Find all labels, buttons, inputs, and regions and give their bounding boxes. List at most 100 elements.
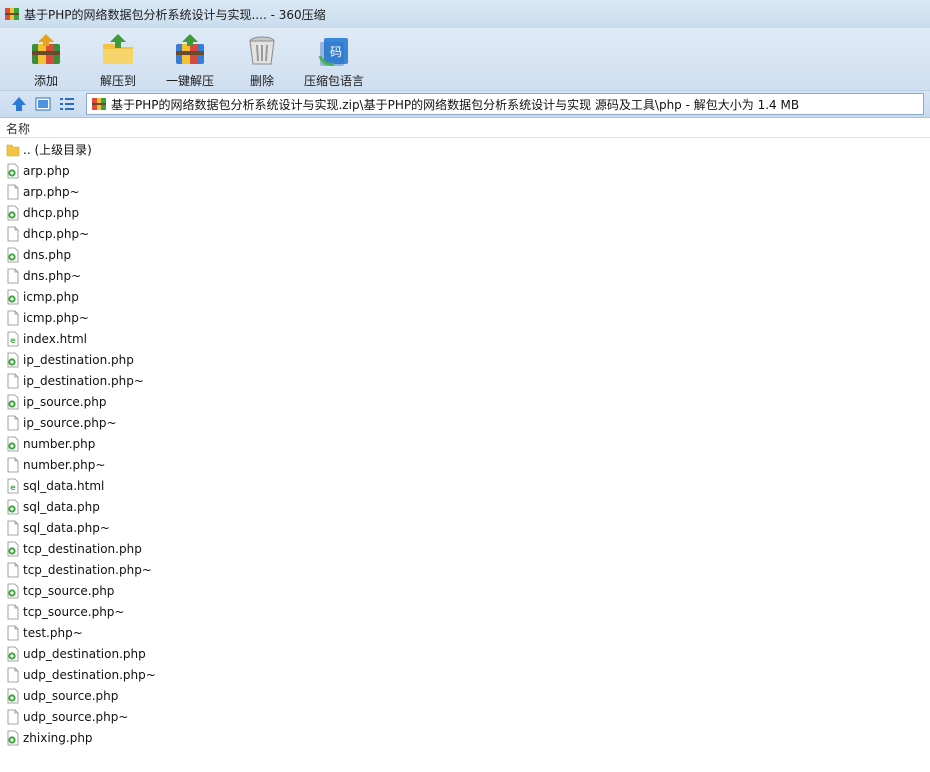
file-name: udp_destination.php xyxy=(23,646,146,661)
svg-text:e: e xyxy=(10,483,16,492)
svg-text:e: e xyxy=(10,336,16,345)
archive-icon xyxy=(92,98,106,110)
path-field[interactable]: 基于PHP的网络数据包分析系统设计与实现.zip\基于PHP的网络数据包分析系统… xyxy=(86,93,924,115)
file-row[interactable]: udp_destination.php xyxy=(0,643,930,664)
parent-folder-row[interactable]: .. (上级目录) xyxy=(0,139,930,160)
html-file-icon: e xyxy=(7,331,19,346)
delete-label: 删除 xyxy=(249,74,274,88)
file-row[interactable]: ip_destination.php~ xyxy=(0,370,930,391)
file-name: tcp_destination.php~ xyxy=(23,562,152,577)
file-row[interactable]: sql_data.php xyxy=(0,496,930,517)
file-name: ip_source.php~ xyxy=(23,415,117,430)
up-arrow-icon xyxy=(12,97,26,111)
list-view-button[interactable] xyxy=(56,94,78,114)
file-icon xyxy=(7,667,19,682)
file-row[interactable]: number.php~ xyxy=(0,454,930,475)
window-title: 基于PHP的网络数据包分析系统设计与实现.... - 360压缩 xyxy=(24,7,326,22)
title-bar: 基于PHP的网络数据包分析系统设计与实现.... - 360压缩 xyxy=(0,0,930,28)
file-name: number.php xyxy=(23,436,96,451)
file-row[interactable]: tcp_source.php xyxy=(0,580,930,601)
html-file-icon: e xyxy=(7,478,19,493)
file-name: tcp_destination.php xyxy=(23,541,142,556)
file-row[interactable]: sql_data.php~ xyxy=(0,517,930,538)
php-file-icon xyxy=(7,247,19,262)
file-row[interactable]: tcp_destination.php xyxy=(0,538,930,559)
file-name: udp_source.php xyxy=(23,688,119,703)
add-button[interactable]: 添加 xyxy=(10,28,82,90)
file-list: .. (上级目录) arp.php arp.php~ dhcp.php dhcp.php… xyxy=(0,139,930,748)
one-click-extract-label: 一键解压 xyxy=(165,74,214,88)
file-name: tcp_source.php xyxy=(23,583,115,598)
file-row[interactable]: arp.php~ xyxy=(0,181,930,202)
add-label: 添加 xyxy=(33,74,58,88)
php-file-icon xyxy=(7,541,19,556)
path-text: 基于PHP的网络数据包分析系统设计与实现.zip\基于PHP的网络数据包分析系统… xyxy=(111,97,800,112)
address-bar: 基于PHP的网络数据包分析系统设计与实现.zip\基于PHP的网络数据包分析系统… xyxy=(0,90,930,118)
icon-view-button[interactable] xyxy=(32,94,54,114)
file-row[interactable]: udp_source.php xyxy=(0,685,930,706)
file-row[interactable]: dns.php~ xyxy=(0,265,930,286)
file-icon xyxy=(7,415,19,430)
php-file-icon xyxy=(7,394,19,409)
file-row[interactable]: ip_source.php~ xyxy=(0,412,930,433)
file-name: sql_data.php xyxy=(23,499,100,514)
file-row[interactable]: e sql_data.html xyxy=(0,475,930,496)
file-row[interactable]: dns.php xyxy=(0,244,930,265)
extract-to-button[interactable]: 解压到 xyxy=(82,28,154,90)
file-name: zhixing.php xyxy=(23,730,93,745)
archive-language-button[interactable]: 码 压缩包语言 xyxy=(298,28,370,90)
main-toolbar: 添加 解压到 一键解压 删除 码 压缩包语言 xyxy=(0,28,930,90)
file-name: .. (上级目录) xyxy=(23,143,92,157)
up-button[interactable] xyxy=(8,94,30,114)
file-row[interactable]: tcp_destination.php~ xyxy=(0,559,930,580)
file-row[interactable]: tcp_source.php~ xyxy=(0,601,930,622)
file-icon xyxy=(7,268,19,283)
file-name: icmp.php xyxy=(23,289,79,304)
archive-app-icon xyxy=(4,6,20,22)
file-row[interactable]: icmp.php xyxy=(0,286,930,307)
file-row[interactable]: number.php xyxy=(0,433,930,454)
file-name: arp.php xyxy=(23,163,70,178)
delete-trash-icon xyxy=(249,36,275,65)
file-name: dhcp.php xyxy=(23,205,80,220)
file-icon xyxy=(7,709,19,724)
file-name: sql_data.html xyxy=(23,478,105,493)
file-name: sql_data.php~ xyxy=(23,520,110,535)
php-file-icon xyxy=(7,730,19,745)
file-name: tcp_source.php~ xyxy=(23,604,125,619)
php-file-icon xyxy=(7,289,19,304)
file-row[interactable]: test.php~ xyxy=(0,622,930,643)
file-icon xyxy=(7,562,19,577)
php-file-icon xyxy=(7,163,19,178)
one-click-extract-icon xyxy=(176,34,204,64)
file-icon xyxy=(7,625,19,640)
file-row[interactable]: icmp.php~ xyxy=(0,307,930,328)
php-file-icon xyxy=(7,352,19,367)
column-header-name[interactable]: 名称 xyxy=(0,119,930,138)
file-icon xyxy=(7,520,19,535)
icon-view-icon xyxy=(35,97,51,111)
file-name: number.php~ xyxy=(23,457,106,472)
file-row[interactable]: arp.php xyxy=(0,160,930,181)
file-row[interactable]: e index.html xyxy=(0,328,930,349)
file-row[interactable]: ip_source.php xyxy=(0,391,930,412)
file-icon xyxy=(7,373,19,388)
file-name: arp.php~ xyxy=(23,184,80,199)
delete-button[interactable]: 删除 xyxy=(226,28,298,90)
file-row[interactable]: zhixing.php xyxy=(0,727,930,748)
extract-to-icon xyxy=(103,34,133,64)
one-click-extract-button[interactable]: 一键解压 xyxy=(154,28,226,90)
file-row[interactable]: dhcp.php~ xyxy=(0,223,930,244)
file-icon xyxy=(7,226,19,241)
file-name: ip_destination.php~ xyxy=(23,373,144,388)
file-row[interactable]: ip_destination.php xyxy=(0,349,930,370)
add-archive-icon xyxy=(32,34,60,64)
file-row[interactable]: udp_source.php~ xyxy=(0,706,930,727)
file-row[interactable]: udp_destination.php~ xyxy=(0,664,930,685)
file-name: ip_source.php xyxy=(23,394,107,409)
file-row[interactable]: dhcp.php xyxy=(0,202,930,223)
php-file-icon xyxy=(7,205,19,220)
file-icon xyxy=(7,604,19,619)
file-name: dns.php~ xyxy=(23,268,82,283)
file-name: ip_destination.php xyxy=(23,352,134,367)
